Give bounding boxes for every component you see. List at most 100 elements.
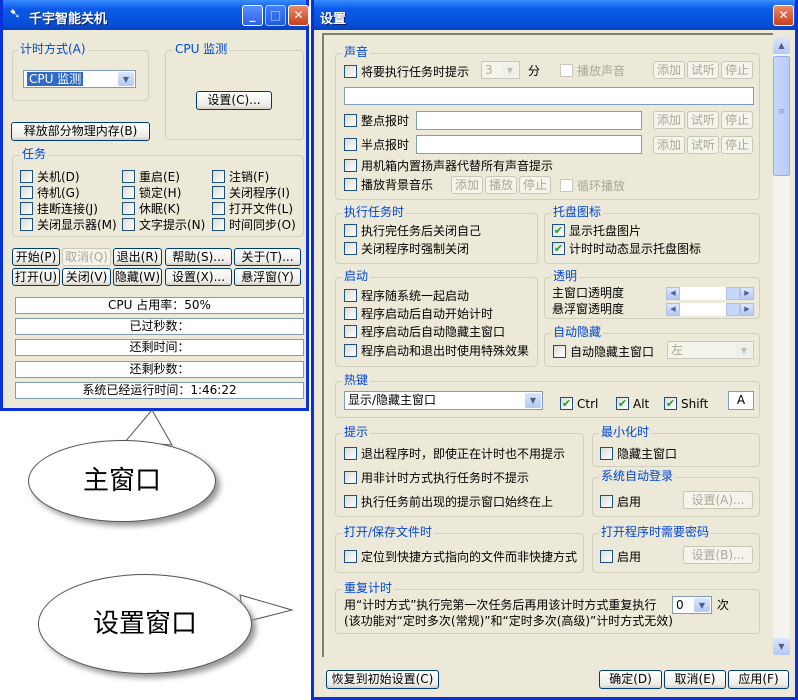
main-button-6[interactable]: 关闭(V)	[62, 268, 111, 286]
auto-hide-main-checkbox[interactable]	[344, 325, 357, 338]
half-hour-chime-checkbox[interactable]	[344, 138, 357, 151]
task-3-checkbox[interactable]	[20, 186, 33, 199]
task-4-checkbox[interactable]	[122, 186, 135, 199]
scroll-thumb[interactable]: ≡	[773, 56, 790, 176]
hide-main-on-minimize-checkbox[interactable]	[600, 447, 613, 460]
main-opacity-slider[interactable]: ◀ ▶	[666, 287, 754, 300]
slider-thumb[interactable]	[726, 287, 740, 300]
half-add-button[interactable]: 添加	[653, 136, 685, 154]
half-hour-sound-input[interactable]	[416, 135, 642, 154]
close-self-after-task-checkbox[interactable]	[344, 224, 357, 237]
float-opacity-slider[interactable]: ◀ ▶	[666, 303, 754, 316]
autohide-side-select[interactable]: 左 ▼	[667, 341, 754, 359]
no-prompt-on-exit-checkbox[interactable]	[344, 447, 357, 460]
resolve-shortcut-checkbox[interactable]	[344, 550, 357, 563]
half-listen-button[interactable]: 试听	[687, 136, 719, 154]
task-10-checkbox[interactable]	[122, 218, 135, 231]
bgm-add-button[interactable]: 添加	[451, 176, 483, 194]
cancel-button[interactable]: 取消(E)	[664, 670, 726, 689]
auto-hide-main-window-checkbox[interactable]	[553, 345, 566, 358]
hourly-sound-input[interactable]	[416, 111, 642, 130]
hourly-stop-button[interactable]: 停止	[721, 111, 753, 129]
release-memory-button[interactable]: 释放部分物理内存(B)	[11, 122, 150, 141]
loop-play-checkbox[interactable]	[560, 179, 573, 192]
autohide-side-select-value: 左	[671, 343, 684, 357]
task-11-checkbox[interactable]	[212, 218, 225, 231]
restore-defaults-button[interactable]: 恢复到初始设置(C)	[326, 670, 439, 689]
start-with-system-checkbox[interactable]	[344, 289, 357, 302]
hourly-listen-button[interactable]: 试听	[687, 111, 719, 129]
task-8-checkbox[interactable]	[212, 202, 225, 215]
minimize-button[interactable]: _	[242, 5, 263, 26]
main-button-7[interactable]: 隐藏(W)	[113, 268, 162, 286]
half-stop-button[interactable]: 停止	[721, 136, 753, 154]
close-button[interactable]: ✕	[288, 5, 309, 26]
remind-sound-path-input[interactable]	[344, 87, 754, 105]
main-button-8[interactable]: 设置(X)...	[165, 268, 232, 286]
hourly-chime-checkbox[interactable]	[344, 114, 357, 127]
shift-modifier-checkbox[interactable]: ✔	[664, 397, 677, 410]
arrow-left-icon[interactable]: ◀	[666, 303, 680, 316]
maximize-button[interactable]: □	[265, 5, 286, 26]
main-button-3[interactable]: 帮助(S)...	[165, 248, 232, 266]
remind-stop-button[interactable]: 停止	[721, 61, 753, 79]
main-button-2[interactable]: 退出(R)	[113, 248, 162, 266]
animate-tray-icon-checkbox[interactable]: ✔	[552, 242, 565, 255]
task-1-checkbox[interactable]	[122, 170, 135, 183]
force-close-checkbox[interactable]	[344, 242, 357, 255]
bgm-stop-button[interactable]: 停止	[519, 176, 551, 194]
hotkey-action-select[interactable]: 显示/隐藏主窗口 ▼	[344, 391, 543, 410]
repeat-legend: 重复计时	[342, 581, 395, 595]
main-title-bar[interactable]: ➷ 千宇智能关机 _ □ ✕	[3, 0, 309, 30]
auto-start-timer-checkbox[interactable]	[344, 307, 357, 320]
repeat-count-select[interactable]: 0 ▼	[672, 596, 712, 614]
scroll-up-button[interactable]: ▲	[773, 37, 790, 54]
play-sound-checkbox[interactable]	[560, 64, 573, 77]
cpu-settings-button[interactable]: 设置(C)...	[196, 91, 272, 110]
apply-button[interactable]: 应用(F)	[728, 670, 789, 689]
hotkey-key-input[interactable]: A	[728, 391, 754, 410]
remind-minutes-select[interactable]: 3 ▼	[481, 61, 520, 79]
remind-add-button[interactable]: 添加	[653, 61, 685, 79]
alt-modifier-checkbox[interactable]: ✔	[616, 397, 629, 410]
task-9-checkbox[interactable]	[20, 218, 33, 231]
timing-mode-select[interactable]: CPU 监测 ▼	[23, 70, 136, 88]
remind-before-task-checkbox[interactable]	[344, 65, 357, 78]
task-2-checkbox[interactable]	[212, 170, 225, 183]
main-button-4[interactable]: 关于(T)...	[234, 248, 301, 266]
settings-close-button[interactable]: ✕	[773, 5, 794, 26]
vertical-scrollbar[interactable]: ▲ ≡ ▼	[773, 37, 790, 655]
task-5-checkbox[interactable]	[212, 186, 225, 199]
task-7-label: 休眠(K)	[139, 202, 181, 216]
bgm-play-button[interactable]: 播放	[485, 176, 517, 194]
show-tray-image-checkbox[interactable]: ✔	[552, 224, 565, 237]
no-prompt-on-exit-label: 退出程序时，即使正在计时也不用提示	[361, 447, 566, 461]
remind-listen-button[interactable]: 试听	[687, 61, 719, 79]
main-button-1[interactable]: 取消(Q)	[62, 248, 111, 266]
arrow-right-icon[interactable]: ▶	[740, 287, 754, 300]
hourly-add-button[interactable]: 添加	[653, 111, 685, 129]
main-button-5[interactable]: 打开(U)	[12, 268, 60, 286]
prompt-always-on-top-checkbox[interactable]	[344, 495, 357, 508]
no-prompt-non-timing-checkbox[interactable]	[344, 471, 357, 484]
settings-title-bar[interactable]: 设置 ✕	[314, 0, 795, 30]
scroll-down-button[interactable]: ▼	[773, 638, 790, 655]
ok-button[interactable]: 确定(D)	[599, 670, 662, 689]
background-music-checkbox[interactable]	[344, 178, 357, 191]
task-0-checkbox[interactable]	[20, 170, 33, 183]
task-6-checkbox[interactable]	[20, 202, 33, 215]
password-settings-button[interactable]: 设置(B)...	[683, 546, 753, 564]
arrow-left-icon[interactable]: ◀	[666, 287, 680, 300]
autologin-settings-button[interactable]: 设置(A)...	[683, 491, 753, 509]
main-button-0[interactable]: 开始(P)	[12, 248, 60, 266]
password-enable-checkbox[interactable]	[600, 550, 613, 563]
autologin-enable-checkbox[interactable]	[600, 495, 613, 508]
arrow-right-icon[interactable]: ▶	[740, 303, 754, 316]
task-7-checkbox[interactable]	[122, 202, 135, 215]
slider-thumb[interactable]	[726, 303, 740, 316]
half-hour-chime-label: 半点报时	[361, 138, 410, 152]
special-effects-checkbox[interactable]	[344, 344, 357, 357]
internal-speaker-checkbox[interactable]	[344, 159, 357, 172]
ctrl-modifier-checkbox[interactable]: ✔	[560, 397, 573, 410]
main-button-9[interactable]: 悬浮窗(Y)	[234, 268, 301, 286]
